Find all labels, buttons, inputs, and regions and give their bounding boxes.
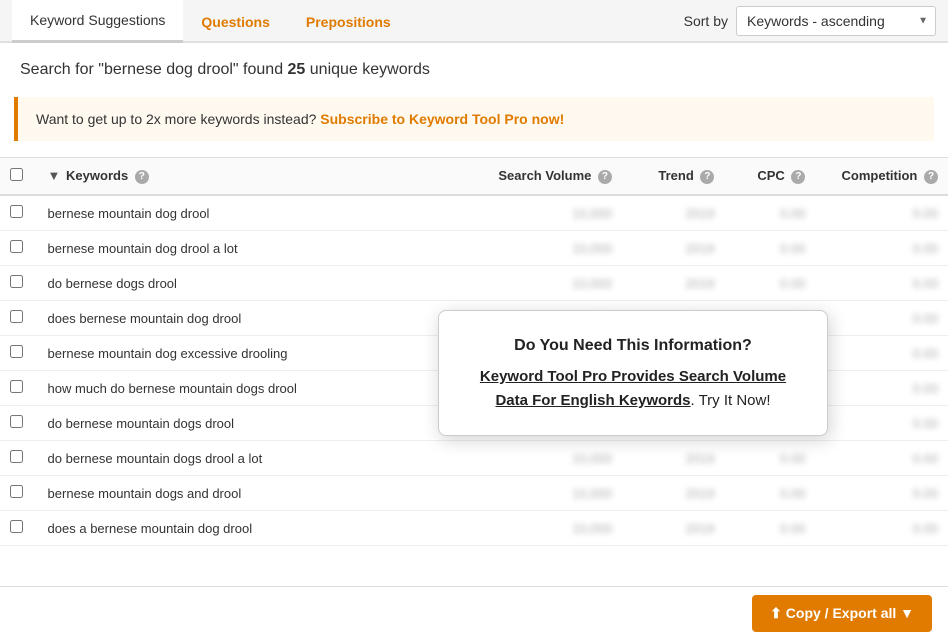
sort-by-area: Sort by Keywords - ascending Keywords - … <box>684 6 936 36</box>
row-cpc-7: 0.00 <box>724 441 815 476</box>
row-trend-0: 2019 <box>622 195 724 231</box>
search-volume-help-icon[interactable]: ? <box>598 170 612 184</box>
row-checkbox-4[interactable] <box>10 345 23 358</box>
tooltip-popup: Do You Need This Information? Keyword To… <box>438 310 828 436</box>
row-checkbox-3[interactable] <box>10 310 23 323</box>
footer-bar: ⬆ Copy / Export all ▼ <box>0 586 948 640</box>
row-keyword-0: bernese mountain dog drool <box>38 195 470 231</box>
row-comp-5: 0.00 <box>815 371 948 406</box>
row-comp-7: 0.00 <box>815 441 948 476</box>
row-checkbox-cell <box>0 231 38 266</box>
table-row: bernese mountain dogs and drool 10,000 2… <box>0 476 948 511</box>
result-summary: Search for "bernese dog drool" found 25 … <box>0 43 948 89</box>
row-checkbox-cell <box>0 406 38 441</box>
row-comp-4: 0.00 <box>815 336 948 371</box>
row-sv-9: 10,000 <box>470 511 622 546</box>
row-checkbox-9[interactable] <box>10 520 23 533</box>
competition-help-icon[interactable]: ? <box>924 170 938 184</box>
header-search-volume[interactable]: Search Volume ? <box>470 158 622 196</box>
header-cpc[interactable]: CPC ? <box>724 158 815 196</box>
select-all-checkbox[interactable] <box>10 168 23 181</box>
row-sv-0: 10,000 <box>470 195 622 231</box>
row-keyword-3: does bernese mountain dog drool <box>38 301 470 336</box>
row-comp-8: 0.00 <box>815 476 948 511</box>
tab-questions[interactable]: Questions <box>183 2 287 42</box>
header-checkbox-col <box>0 158 38 196</box>
row-comp-0: 0.00 <box>815 195 948 231</box>
popup-body-post: . Try It Now! <box>691 392 771 409</box>
row-checkbox-2[interactable] <box>10 275 23 288</box>
row-checkbox-cell <box>0 476 38 511</box>
row-keyword-5: how much do bernese mountain dogs drool <box>38 371 470 406</box>
tab-prepositions[interactable]: Prepositions <box>288 2 409 42</box>
row-sv-8: 10,000 <box>470 476 622 511</box>
row-keyword-6: do bernese mountain dogs drool <box>38 406 470 441</box>
row-checkbox-cell <box>0 336 38 371</box>
row-cpc-1: 0.00 <box>724 231 815 266</box>
table-row: do bernese dogs drool 10,000 2019 0.00 0… <box>0 266 948 301</box>
row-keyword-9: does a bernese mountain dog drool <box>38 511 470 546</box>
row-trend-2: 2019 <box>622 266 724 301</box>
row-checkbox-cell <box>0 511 38 546</box>
sort-select[interactable]: Keywords - ascending Keywords - descendi… <box>736 6 936 36</box>
row-checkbox-6[interactable] <box>10 415 23 428</box>
row-checkbox-5[interactable] <box>10 380 23 393</box>
header-competition[interactable]: Competition ? <box>815 158 948 196</box>
table-row: do bernese mountain dogs drool a lot 10,… <box>0 441 948 476</box>
row-keyword-4: bernese mountain dog excessive drooling <box>38 336 470 371</box>
keywords-help-icon[interactable]: ? <box>135 170 149 184</box>
sort-by-label: Sort by <box>684 13 728 29</box>
header-keywords[interactable]: ▼ Keywords ? <box>38 158 470 196</box>
row-keyword-2: do bernese dogs drool <box>38 266 470 301</box>
promo-link[interactable]: Subscribe to Keyword Tool Pro now! <box>320 111 564 127</box>
table-row: does a bernese mountain dog drool 10,000… <box>0 511 948 546</box>
row-checkbox-cell <box>0 371 38 406</box>
row-comp-6: 0.00 <box>815 406 948 441</box>
row-checkbox-7[interactable] <box>10 450 23 463</box>
row-comp-2: 0.00 <box>815 266 948 301</box>
row-comp-3: 0.00 <box>815 301 948 336</box>
row-trend-7: 2019 <box>622 441 724 476</box>
row-keyword-7: do bernese mountain dogs drool a lot <box>38 441 470 476</box>
sort-arrow-icon: ▼ <box>48 168 61 183</box>
row-sv-1: 10,000 <box>470 231 622 266</box>
popup-title: Do You Need This Information? <box>467 333 799 359</box>
row-checkbox-8[interactable] <box>10 485 23 498</box>
row-trend-8: 2019 <box>622 476 724 511</box>
row-keyword-1: bernese mountain dog drool a lot <box>38 231 470 266</box>
row-checkbox-0[interactable] <box>10 205 23 218</box>
row-checkbox-cell <box>0 266 38 301</box>
row-checkbox-cell <box>0 195 38 231</box>
row-sv-7: 10,000 <box>470 441 622 476</box>
copy-export-button[interactable]: ⬆ Copy / Export all ▼ <box>752 595 932 632</box>
tabs-bar: Keyword Suggestions Questions Prepositio… <box>0 0 948 43</box>
row-cpc-9: 0.00 <box>724 511 815 546</box>
row-checkbox-cell <box>0 301 38 336</box>
row-trend-1: 2019 <box>622 231 724 266</box>
sort-select-wrapper: Keywords - ascending Keywords - descendi… <box>736 6 936 36</box>
table-header-row: ▼ Keywords ? Search Volume ? Trend ? CPC… <box>0 158 948 196</box>
row-cpc-8: 0.00 <box>724 476 815 511</box>
row-cpc-0: 0.00 <box>724 195 815 231</box>
row-trend-9: 2019 <box>622 511 724 546</box>
table-row: bernese mountain dog drool 10,000 2019 0… <box>0 195 948 231</box>
promo-banner: Want to get up to 2x more keywords inste… <box>14 97 934 141</box>
cpc-help-icon[interactable]: ? <box>791 170 805 184</box>
row-comp-9: 0.00 <box>815 511 948 546</box>
row-cpc-2: 0.00 <box>724 266 815 301</box>
row-keyword-8: bernese mountain dogs and drool <box>38 476 470 511</box>
row-checkbox-cell <box>0 441 38 476</box>
row-comp-1: 0.00 <box>815 231 948 266</box>
row-checkbox-1[interactable] <box>10 240 23 253</box>
table-row: bernese mountain dog drool a lot 10,000 … <box>0 231 948 266</box>
trend-help-icon[interactable]: ? <box>700 170 714 184</box>
tab-keyword-suggestions[interactable]: Keyword Suggestions <box>12 0 183 43</box>
header-trend[interactable]: Trend ? <box>622 158 724 196</box>
row-sv-2: 10,000 <box>470 266 622 301</box>
